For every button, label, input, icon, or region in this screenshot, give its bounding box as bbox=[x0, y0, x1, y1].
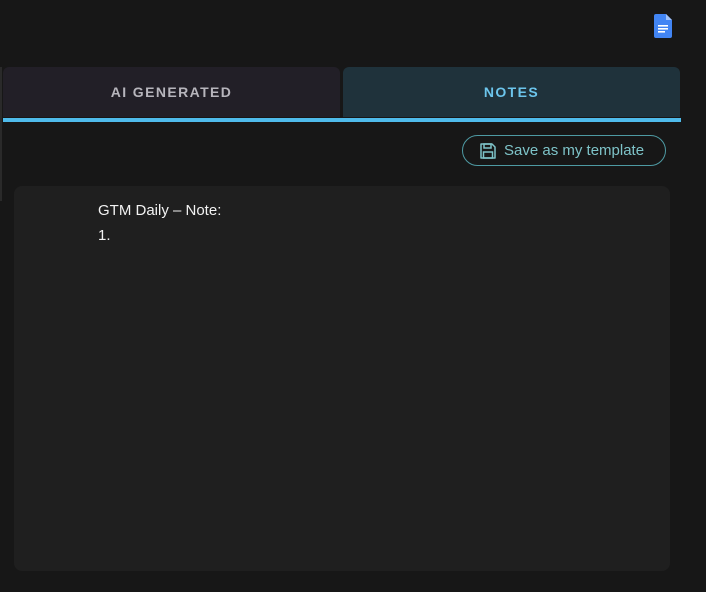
notes-editor[interactable]: GTM Daily – Note: 1. bbox=[14, 186, 670, 571]
save-as-template-label: Save as my template bbox=[504, 142, 645, 159]
tab-bar: AI GENERATED NOTES bbox=[3, 67, 681, 117]
panel-divider bbox=[0, 67, 2, 201]
save-as-template-button[interactable]: Save as my template bbox=[462, 135, 666, 166]
tab-ai-generated-label: AI GENERATED bbox=[110, 84, 233, 100]
tab-notes-label: NOTES bbox=[483, 84, 540, 100]
tab-notes[interactable]: NOTES bbox=[343, 67, 680, 117]
editor-line: GTM Daily – Note: bbox=[98, 202, 222, 219]
floppy-disk-icon bbox=[479, 142, 497, 160]
tab-ai-generated[interactable]: AI GENERATED bbox=[3, 67, 340, 117]
google-docs-icon[interactable] bbox=[654, 14, 672, 38]
notes-panel: AI GENERATED NOTES Save as my template G… bbox=[0, 0, 706, 592]
editor-line: 1. bbox=[98, 227, 111, 244]
active-tab-indicator bbox=[3, 118, 681, 122]
